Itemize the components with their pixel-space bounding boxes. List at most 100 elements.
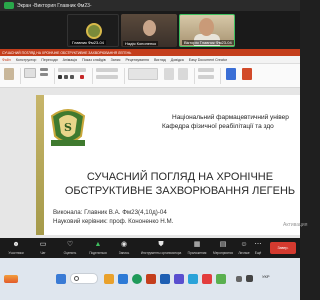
current-slide[interactable]: S Національний фармацевтичний універ Каф… [36,95,307,235]
network-icon[interactable] [246,275,253,282]
tab-transitions[interactable]: Переходи [41,58,57,62]
search-box[interactable] [70,273,98,284]
chevron-up-icon[interactable] [236,276,242,282]
ribbon-separator [20,68,21,84]
slide-title-line-1: СУЧАСНИЙ ПОГЛЯД НА ХРОНІЧНЕ [86,171,274,183]
reset-icon[interactable] [40,73,48,76]
replace-icon[interactable] [198,75,214,79]
designer-icon[interactable] [242,68,252,80]
participant-name: Главник Фм23-04 [70,40,106,45]
tab-file[interactable]: Файл [2,58,11,62]
tab-design[interactable]: Конструктор [16,58,37,62]
control-label: Ещё [254,251,262,255]
participant-video [199,18,214,36]
university-logo-icon [86,23,102,39]
align-icon[interactable] [96,75,118,79]
slide-author-block: Виконала: Главник В.А. Фм23(4,10д)-04 На… [53,208,173,226]
more-icon: ⋯ [254,241,262,248]
tab-help[interactable]: Довідка [171,58,184,62]
arrange-icon[interactable] [164,68,174,80]
bullets-icon[interactable] [96,68,118,72]
zoom-app-icon[interactable] [118,274,128,284]
input-language[interactable]: УКР [262,274,270,279]
tab-animations[interactable]: Анімація [63,58,77,62]
control-label: Запись [118,251,130,255]
exit-button[interactable]: Завер. [270,242,296,254]
browser-icon[interactable] [132,274,142,284]
apps-icon: ▦ [193,241,201,248]
app-icon[interactable] [202,274,212,284]
university-name: Національний фармацевтичний універ [172,114,289,121]
font-color-icon[interactable] [80,75,84,79]
windows-taskbar: УКР [0,258,300,300]
calendar-icon: ▤ [219,241,227,248]
dictate-icon[interactable] [226,68,236,80]
university-emblem-icon: S [50,109,86,146]
author-line: Виконала: Главник В.А. Фм23(4,10д)-04 [53,209,167,216]
find-icon[interactable] [198,68,214,72]
start-icon[interactable] [56,274,66,284]
more-button[interactable]: ⋯ Ещё [246,240,270,257]
participant-tile[interactable]: Вікторія Главник Фм23-04 [179,14,235,47]
participant-tile[interactable]: Главник Фм23-04 [67,14,119,47]
layout-icon[interactable] [40,68,48,71]
ribbon-toolbar [0,64,300,88]
share-title: Экран -Виктория Главник Фм23- [17,2,92,9]
participant-video [143,20,156,36]
slide-title: СУЧАСНИЙ ПОГЛЯД НА ХРОНІЧНЕ ОБСТРУКТИВНЕ… [60,170,300,198]
telegram-icon[interactable] [188,274,198,284]
word-icon[interactable] [160,274,170,284]
chat-icon: ▭ [39,241,47,248]
shield-icon: ⛊ [158,241,164,248]
app-icon[interactable] [216,274,226,284]
ribbon-separator [220,68,221,84]
ribbon-separator [54,68,55,84]
document-title: СУЧАСНИЙ ПОГЛЯД НА ХРОНІЧНЕ ОБСТРУКТИВНЕ… [2,50,132,55]
italic-icon[interactable] [64,75,68,79]
heart-icon: ♡ [66,241,74,248]
zoom-top-bar: Экран -Виктория Главник Фм23- [0,0,300,11]
shapes-icon[interactable] [128,68,158,80]
tab-review[interactable]: Рецензування [126,58,149,62]
record-button[interactable]: ◉ Запись [108,240,140,257]
supervisor-line: Науковий керівник: проф. Кононенко Н.М. [53,218,174,225]
quick-styles-icon[interactable] [178,68,188,80]
teams-icon[interactable] [174,274,184,284]
file-explorer-icon[interactable] [104,274,114,284]
search-icon [74,276,79,281]
tab-slideshow[interactable]: Показ слайдів [82,58,106,62]
font-select-icon[interactable] [58,68,86,72]
slide-title-line-2: ОБСТРУКТИВНЕ ЗАХВОРЮВАННЯ ЛЕГЕНЬ [64,185,296,197]
participant-name: Вікторія Главник Фм23-04 [182,40,234,45]
control-label: Инструменты организатора [140,251,182,255]
host-tools-button[interactable]: ⛊ Инструменты организатора [140,240,182,257]
share-status-icon[interactable] [4,2,14,9]
zoom-screen-share-window: Экран -Виктория Главник Фм23- Главник Фм… [0,0,307,300]
tab-easy-document-creator[interactable]: Easy Document Creator [189,58,227,62]
new-slide-icon[interactable] [24,68,36,78]
ribbon-separator [194,68,195,84]
ribbon-tabs: Файл Конструктор Переходи Анімація Показ… [0,56,300,64]
tab-view[interactable]: Вигляд [154,58,166,62]
participant-name: Надія Кононенко [123,41,159,46]
powerpoint-title-bar: СУЧАСНИЙ ПОГЛЯД НА ХРОНІЧНЕ ОБСТРУКТИВНЕ… [0,49,300,56]
tab-record[interactable]: Запис [111,58,121,62]
share-icon: ▲ [94,241,102,248]
slide-workspace: S Національний фармацевтичний універ Каф… [0,88,307,238]
slide-accent-stripe [36,95,44,235]
underline-icon[interactable] [70,75,74,79]
record-icon: ◉ [120,241,128,248]
participant-strip: Главник Фм23-04 Надія Кононенко Вікторія… [0,11,300,49]
meeting-controls: ☻ Участники ▭ Чат ♡ Оценить ▲ Поделиться… [0,238,300,258]
people-icon: ☻ [12,241,20,248]
ribbon-separator [92,68,93,84]
participant-tile[interactable]: Надія Кононенко [121,14,177,47]
paste-icon[interactable] [4,68,14,80]
svg-text:S: S [64,121,72,134]
bold-icon[interactable] [58,75,62,79]
department-name: Кафедра фізичної реабілітації та здо [162,123,274,130]
powerpoint-icon[interactable] [146,274,156,284]
weather-icon[interactable] [4,275,18,283]
ribbon-separator [124,68,125,84]
windows-activation-watermark: Активация [283,222,308,228]
